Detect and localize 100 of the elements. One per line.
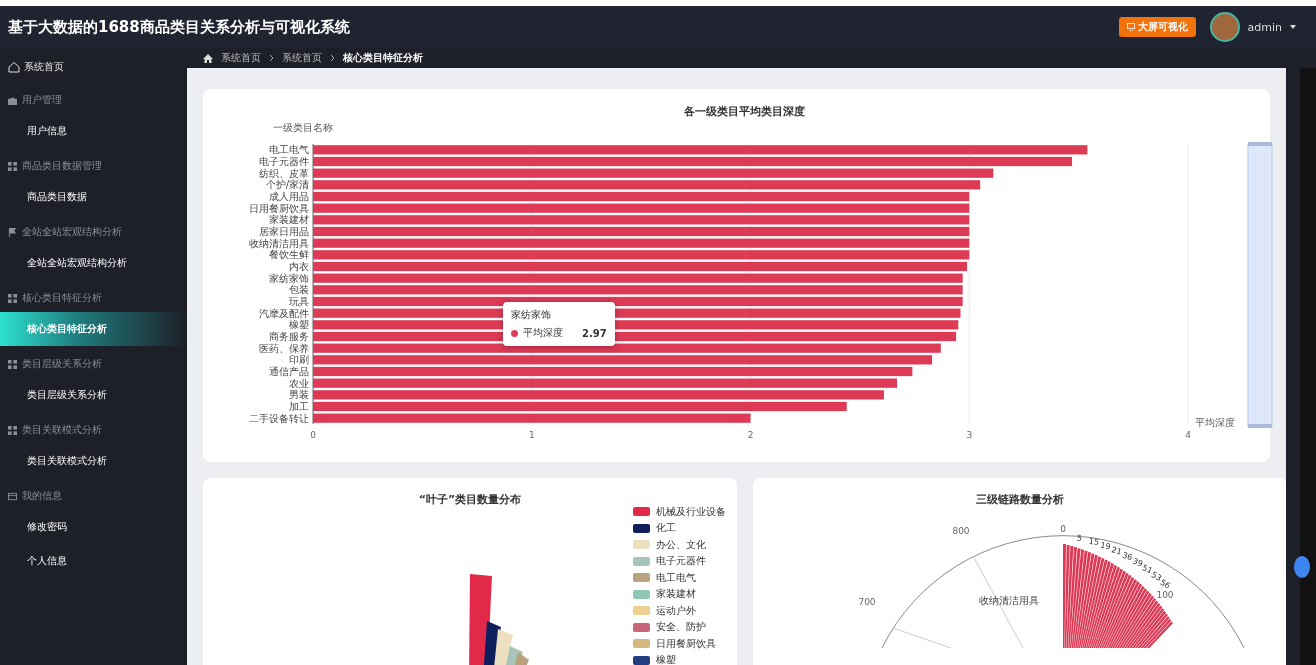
- user-avatar[interactable]: [1209, 12, 1240, 42]
- menu-group[interactable]: 类目层级关系分析: [0, 350, 187, 378]
- category-label: 电工电气: [269, 144, 309, 156]
- category-label: 二手设备转让: [249, 412, 309, 424]
- tooltip-title: 家纺家饰: [511, 308, 552, 322]
- bar[interactable]: [313, 343, 941, 353]
- bar[interactable]: [313, 226, 970, 237]
- breadcrumb-item[interactable]: 系统首页: [282, 51, 322, 65]
- value-label: 21: [1110, 545, 1123, 557]
- sidebar-item[interactable]: 系统首页: [0, 52, 187, 82]
- wallet-icon: [8, 491, 17, 501]
- chevron-icon: [330, 54, 335, 62]
- chart-title: 三级链路数量分析: [975, 492, 1065, 507]
- legend-item[interactable]: 安全、防护: [633, 620, 726, 634]
- flag-icon: [8, 227, 17, 237]
- tooltip-series: 平均深度: [523, 326, 563, 340]
- home-icon: [8, 61, 20, 73]
- breadcrumb-item[interactable]: 系统首页: [221, 51, 261, 65]
- tick-label: 0: [310, 430, 316, 440]
- menu-group[interactable]: 我的信息: [0, 482, 187, 510]
- value-label: 15: [1088, 536, 1100, 547]
- bar[interactable]: [313, 296, 963, 307]
- tick-label: 4: [1185, 430, 1191, 440]
- legend-item[interactable]: 电工电气: [633, 571, 726, 585]
- grid-icon: [8, 161, 17, 171]
- category-label: 成人用品: [269, 191, 309, 202]
- category-label: 电子元器件: [259, 156, 309, 167]
- sidebar-item[interactable]: 个人信息: [0, 544, 187, 578]
- grid-icon: [8, 425, 17, 435]
- tick-label: 0: [1060, 524, 1066, 534]
- category-label: 收纳清洁用具: [979, 595, 1039, 606]
- home-icon: [203, 53, 213, 63]
- bar[interactable]: [313, 191, 970, 202]
- grid-icon: [8, 293, 17, 303]
- legend-item[interactable]: 化工: [633, 521, 726, 535]
- category-label: 玩具: [289, 296, 309, 307]
- category-label: 个护/家清: [265, 179, 309, 191]
- monitor-icon: [1126, 23, 1135, 31]
- legend-item[interactable]: 运动户外: [633, 604, 726, 618]
- legend-item[interactable]: 橡塑: [633, 653, 726, 665]
- category-label: 男装: [289, 389, 309, 401]
- category-label: 通信产品: [269, 366, 309, 377]
- legend-item[interactable]: 电子元器件: [633, 554, 726, 568]
- sidebar-item[interactable]: 类目关联模式分析: [0, 444, 187, 478]
- tick-label: 1: [528, 430, 535, 440]
- category-label: 居家日用品: [259, 226, 309, 237]
- axis-title: 一级类目名称: [273, 122, 333, 133]
- tick-label: 700: [858, 597, 876, 607]
- axis-title: 平均深度: [1195, 417, 1235, 428]
- sidebar-item[interactable]: 用户信息: [0, 114, 187, 148]
- value-label: 39: [1131, 556, 1144, 569]
- tooltip-value: 2.97: [582, 327, 607, 339]
- category-label: 家纺家饰: [269, 272, 309, 284]
- category-label: 橡塑: [289, 319, 309, 331]
- value-label: 19: [1099, 540, 1112, 552]
- category-label: 印刷: [289, 354, 309, 366]
- bar[interactable]: [313, 261, 968, 272]
- menu-group[interactable]: 全站全站宏观结构分析: [0, 218, 187, 246]
- sidebar-item[interactable]: 商品类目数据: [0, 180, 187, 214]
- floating-button[interactable]: [1294, 556, 1310, 578]
- chart-title: “叶子”类目数量分布: [417, 492, 523, 507]
- category-label: 家装建材: [269, 214, 309, 226]
- zoom-slider[interactable]: [1247, 142, 1273, 428]
- breadcrumb-item[interactable]: 核心类目特征分析: [343, 51, 423, 65]
- chevron-icon: [269, 54, 274, 62]
- value-label: 36: [1121, 550, 1134, 563]
- category-label: 纺织、皮革: [259, 167, 309, 179]
- caret-icon[interactable]: [1290, 25, 1296, 29]
- sidebar-item[interactable]: 修改密码: [0, 510, 187, 544]
- menu-group[interactable]: 商品类目数据管理: [0, 152, 187, 180]
- grid-icon: [8, 359, 17, 369]
- sidebar-item[interactable]: 全站全站宏观结构分析: [0, 246, 187, 280]
- menu-group[interactable]: 类目关联模式分析: [0, 416, 187, 444]
- briefcase-icon: [8, 95, 17, 105]
- legend-item[interactable]: 机械及行业设备: [633, 505, 726, 519]
- chart-title: 各一级类目平均类目深度: [683, 105, 805, 118]
- sidebar-item[interactable]: 类目层级关系分析: [0, 378, 187, 412]
- tick-label: 800: [952, 526, 970, 536]
- category-label: 内衣: [289, 261, 309, 272]
- category-label: 日用餐厨饮具: [249, 202, 309, 214]
- tick-label: 2: [747, 430, 754, 440]
- bar[interactable]: [313, 401, 847, 412]
- legend-item[interactable]: 家装建材: [633, 587, 726, 601]
- tick-label: 3: [966, 430, 973, 440]
- bar[interactable]: [313, 156, 1073, 167]
- category-label: 商务服务: [269, 331, 309, 342]
- legend-item[interactable]: 办公、文化: [633, 538, 726, 552]
- menu-group[interactable]: 核心类目特征分析: [0, 284, 187, 312]
- menu-group[interactable]: 用户管理: [0, 86, 187, 114]
- bar[interactable]: [313, 366, 913, 377]
- legend-item[interactable]: 日用餐厨饮具: [633, 637, 726, 651]
- grid-line: [892, 627, 952, 648]
- app-title: 基于大数据的1688商品类目关系分析与可视化系统: [8, 17, 351, 37]
- value-label: 5: [1076, 533, 1083, 543]
- tick-label: 100: [1156, 590, 1174, 600]
- category-label: 收纳清洁用具: [249, 237, 309, 249]
- category-label: 包装: [289, 284, 309, 296]
- category-label: 医药、保养: [259, 342, 309, 354]
- category-label: 汽摩及配件: [259, 307, 309, 319]
- user-name[interactable]: admin: [1247, 20, 1282, 34]
